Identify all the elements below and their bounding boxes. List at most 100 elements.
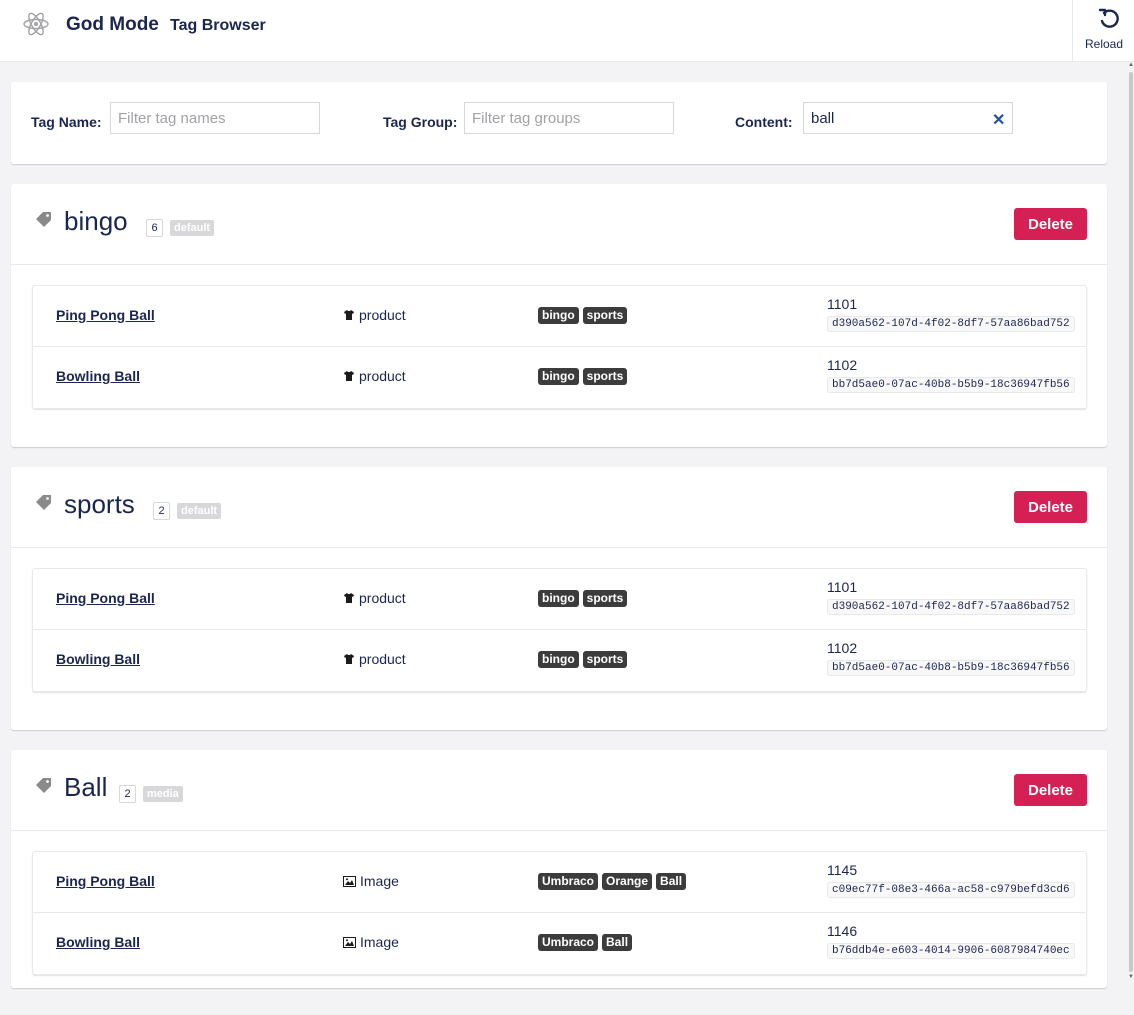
tag-chip: sports (582, 590, 628, 607)
content-type: Image (343, 934, 399, 951)
content-type: Image (343, 873, 399, 890)
tag-chip: Umbraco (538, 873, 599, 890)
content-id: 1101 (827, 296, 858, 312)
tag-icon (35, 777, 53, 800)
tag-chip: bingo (538, 368, 579, 385)
content-type-label: Image (360, 934, 399, 950)
tag-count-badge: 6 (146, 219, 163, 237)
content-guid: d390a562-107d-4f02-8df7-57aa86bad752 (827, 599, 1075, 615)
table-row: Bowling Ball Image Umbraco Ball 1146 b76d… (33, 913, 1086, 974)
content-tags: bingo sports (538, 650, 631, 668)
scrollbar[interactable]: ▲ ▼ (1128, 62, 1134, 1015)
content-tags: Umbraco Ball (538, 933, 636, 951)
shirt-icon (343, 308, 355, 324)
content-guid: bb7d5ae0-07ac-40b8-b5b9-18c36947fb56 (827, 377, 1075, 393)
picture-icon (343, 874, 356, 890)
delete-tag-button[interactable]: Delete (1014, 208, 1087, 240)
table-row: Ping Pong Ball product bingo sports 1101 … (33, 286, 1086, 347)
tag-group-label: Tag Group: (383, 114, 458, 130)
content-id: 1101 (827, 579, 858, 595)
tag-chip: sports (582, 651, 628, 668)
content-tags: bingo sports (538, 367, 631, 385)
shirt-icon (343, 369, 355, 385)
tag-group-filter-input[interactable] (464, 102, 674, 134)
content-type: product (343, 368, 406, 385)
table-row: Bowling Ball product bingo sports 1102 bb… (33, 347, 1086, 408)
content-id: 1102 (827, 640, 858, 656)
content-id: 1145 (827, 862, 858, 878)
app-header: God Mode Tag Browser Reload (0, 0, 1134, 62)
content-name-link[interactable]: Ping Pong Ball (56, 307, 155, 323)
tag-chip: sports (582, 368, 628, 385)
content-type-label: product (359, 590, 406, 606)
shirt-icon (343, 591, 355, 607)
content-guid: d390a562-107d-4f02-8df7-57aa86bad752 (827, 316, 1075, 332)
tag-chip: Orange (602, 873, 653, 890)
content-name-link[interactable]: Ping Pong Ball (56, 590, 155, 606)
page-title: Tag Browser (170, 17, 266, 34)
scroll-up-icon[interactable]: ▲ (1128, 62, 1134, 68)
tag-name: bingo (64, 206, 128, 236)
content-name-link[interactable]: Bowling Ball (56, 934, 140, 950)
table-row: Bowling Ball product bingo sports 1102 bb… (33, 630, 1086, 691)
app-title: God Mode (66, 14, 159, 35)
tag-count-badge: 2 (119, 785, 136, 803)
content-guid: c09ec77f-08e3-466a-ac58-c979befd3cd6 (827, 882, 1075, 898)
picture-icon (343, 935, 356, 951)
content-guid: b76ddb4e-e603-4014-9906-6087984740ec (827, 943, 1075, 959)
tag-chip: bingo (538, 307, 579, 324)
content-tags: bingo sports (538, 589, 631, 607)
tag-chip: Ball (602, 934, 633, 951)
tag-group-badge: media (143, 786, 183, 802)
tag-name: sports (64, 489, 135, 519)
content-name-link[interactable]: Ping Pong Ball (56, 873, 155, 889)
tag-chip: Ball (656, 873, 687, 890)
tag-name-filter-input[interactable] (110, 102, 320, 134)
tagged-content-table: Ping Pong Ball product bingo sports 1101 … (32, 568, 1087, 692)
content-type-label: product (359, 368, 406, 384)
content-type-label: product (359, 307, 406, 323)
scrollbar-thumb[interactable] (1129, 72, 1133, 972)
delete-tag-button[interactable]: Delete (1014, 491, 1087, 523)
tag-card: bingo 6 default Delete Ping Pong Ball pr… (11, 184, 1107, 447)
tag-chip: bingo (538, 651, 579, 668)
table-row: Ping Pong Ball product bingo sports 1101 … (33, 569, 1086, 630)
tagged-content-table: Ping Pong Ball Image Umbraco Orange Ball 1… (32, 851, 1087, 975)
reload-icon (1098, 8, 1119, 28)
content-name-link[interactable]: Bowling Ball (56, 651, 140, 667)
content-id: 1102 (827, 357, 858, 373)
tag-name-label: Tag Name: (31, 114, 102, 130)
delete-tag-button[interactable]: Delete (1014, 774, 1087, 806)
tag-chip: Umbraco (538, 934, 599, 951)
table-row: Ping Pong Ball Image Umbraco Orange Ball 1… (33, 852, 1086, 913)
reload-label: Reload (1084, 37, 1124, 51)
content-filter-input[interactable] (803, 102, 1013, 134)
tag-icon (35, 494, 53, 517)
tag-card-header: sports 2 default Delete (11, 467, 1107, 548)
tag-group-badge: default (170, 220, 215, 236)
scroll-down-icon[interactable]: ▼ (1128, 974, 1134, 980)
tag-chip: bingo (538, 590, 579, 607)
tag-chip: sports (582, 307, 628, 324)
content-label: Content: (735, 114, 793, 130)
tag-icon (35, 211, 53, 234)
content-guid: bb7d5ae0-07ac-40b8-b5b9-18c36947fb56 (827, 660, 1075, 676)
content-name-link[interactable]: Bowling Ball (56, 368, 140, 384)
tag-card: sports 2 default Delete Ping Pong Ball p… (11, 467, 1107, 730)
content-type-label: Image (360, 873, 399, 889)
tag-name: Ball (64, 772, 108, 802)
reload-button[interactable]: Reload (1072, 0, 1134, 62)
tag-card-header: Ball 2 media Delete (11, 750, 1107, 831)
content-id: 1146 (827, 923, 858, 939)
content-tags: bingo sports (538, 306, 631, 324)
filter-panel: Tag Name: Tag Group: Content: ✕ (11, 82, 1107, 164)
content-type: product (343, 651, 406, 668)
tagged-content-table: Ping Pong Ball product bingo sports 1101 … (32, 285, 1087, 409)
clear-icon[interactable]: ✕ (992, 110, 1005, 130)
atom-icon (22, 10, 50, 38)
content-type: product (343, 307, 406, 324)
tag-count-badge: 2 (153, 502, 170, 520)
tag-card: Ball 2 media Delete Ping Pong Ball Image… (11, 750, 1107, 988)
shirt-icon (343, 652, 355, 668)
content-type-label: product (359, 651, 406, 667)
